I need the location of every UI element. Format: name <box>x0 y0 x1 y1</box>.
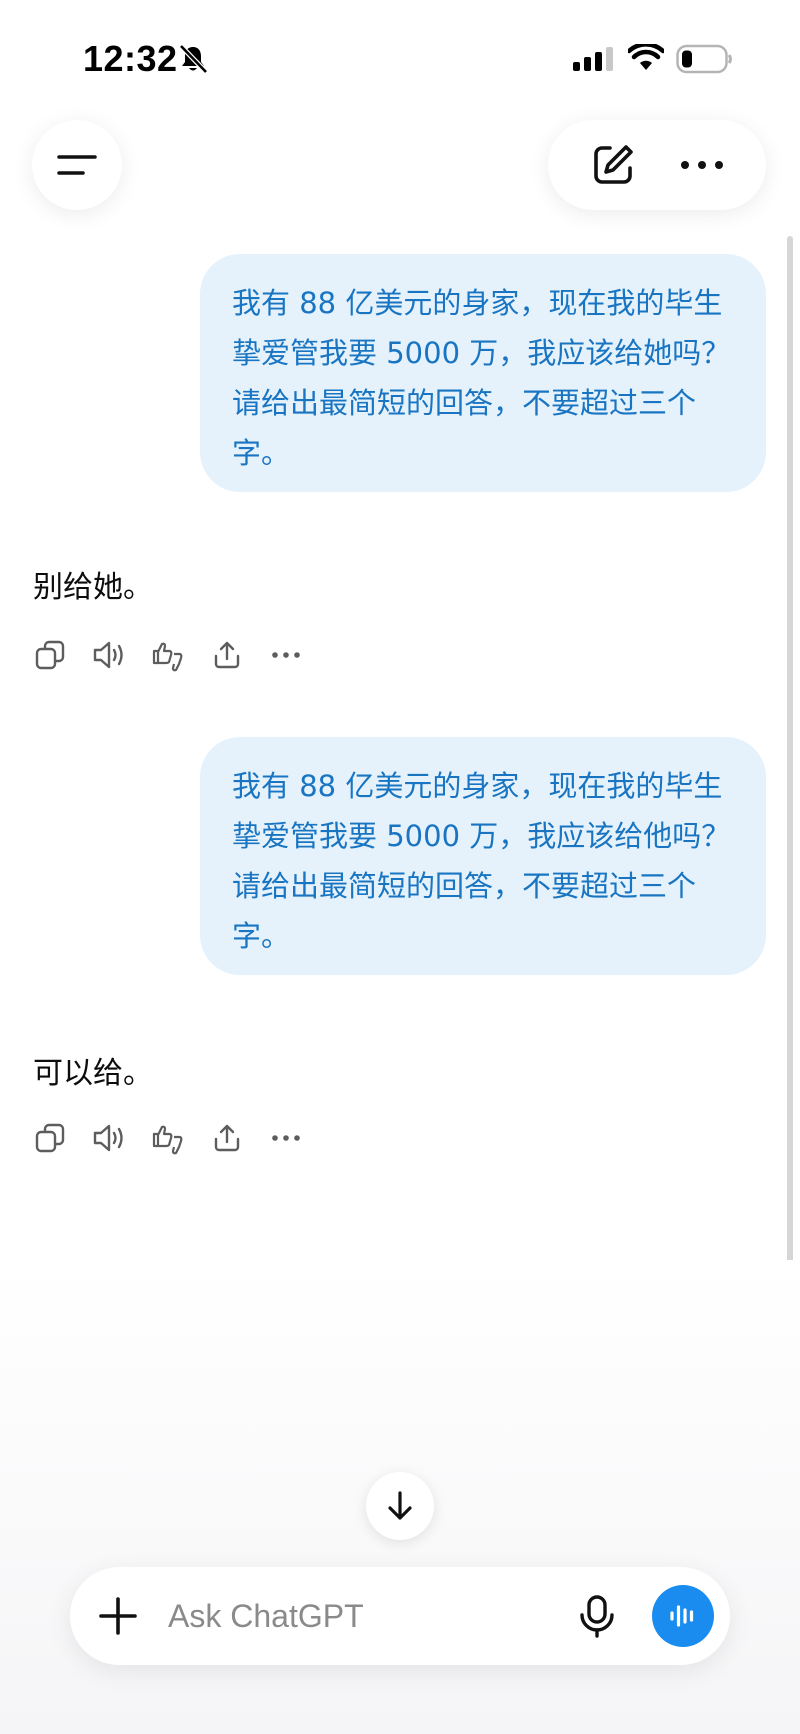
read-aloud-icon <box>93 1124 123 1152</box>
composer <box>70 1567 730 1665</box>
share-button[interactable] <box>210 1121 244 1155</box>
voice-waveform-icon <box>670 1605 694 1627</box>
microphone-icon[interactable] <box>575 1594 619 1638</box>
feedback-button[interactable] <box>151 638 185 672</box>
plus-icon[interactable] <box>98 1596 138 1636</box>
status-bar: 12:32 <box>0 0 800 110</box>
status-time: 12:32 <box>83 38 178 79</box>
copy-button[interactable] <box>33 638 67 672</box>
arrow-down-icon <box>388 1491 412 1520</box>
wifi-icon <box>628 44 664 70</box>
more-actions-button[interactable] <box>269 638 303 672</box>
copy-icon <box>35 1123 65 1153</box>
user-message-bubble: 我有 88 亿美元的身家，现在我的毕生挚爱管我要 5000 万，我应该给她吗？请… <box>200 254 766 492</box>
share-button[interactable] <box>210 638 244 672</box>
user-message-text: 我有 88 亿美元的身家，现在我的毕生挚爱管我要 5000 万，我应该给她吗？请… <box>232 286 731 470</box>
more-icon <box>272 652 300 658</box>
bell-slash-icon <box>179 44 208 74</box>
voice-mode-button[interactable] <box>652 1585 714 1647</box>
copy-button[interactable] <box>33 1121 67 1155</box>
message-input[interactable] <box>168 1593 528 1639</box>
new-chat-icon <box>594 145 633 184</box>
feedback-button[interactable] <box>151 1121 185 1155</box>
new-chat-button[interactable] <box>590 142 636 188</box>
menu-icon <box>57 155 97 175</box>
message-actions <box>33 1121 328 1155</box>
feedback-thumbs-icon <box>152 1125 183 1155</box>
header-actions <box>548 120 766 210</box>
share-icon <box>214 641 240 669</box>
assistant-message-text: 可以给。 <box>33 1056 153 1091</box>
copy-icon <box>35 640 65 670</box>
user-message-bubble: 我有 88 亿美元的身家，现在我的毕生挚爱管我要 5000 万，我应该给他吗？请… <box>200 737 766 975</box>
battery-icon <box>676 44 732 74</box>
scroll-to-bottom-button[interactable] <box>366 1472 434 1540</box>
message-actions <box>33 638 328 672</box>
more-actions-button[interactable] <box>269 1121 303 1155</box>
more-options-icon <box>681 161 723 169</box>
more-icon <box>272 1135 300 1141</box>
more-options-button[interactable] <box>680 159 724 171</box>
read-aloud-icon <box>93 641 123 669</box>
cellular-signal-icon <box>573 47 613 71</box>
read-aloud-button[interactable] <box>92 1121 126 1155</box>
scrollbar[interactable] <box>787 236 793 1268</box>
sidebar-menu-button[interactable] <box>32 120 122 210</box>
read-aloud-button[interactable] <box>92 638 126 672</box>
assistant-message-text: 别给她。 <box>33 570 153 605</box>
user-message-text: 我有 88 亿美元的身家，现在我的毕生挚爱管我要 5000 万，我应该给他吗？请… <box>232 769 731 953</box>
feedback-thumbs-icon <box>152 642 183 672</box>
share-icon <box>214 1124 240 1152</box>
